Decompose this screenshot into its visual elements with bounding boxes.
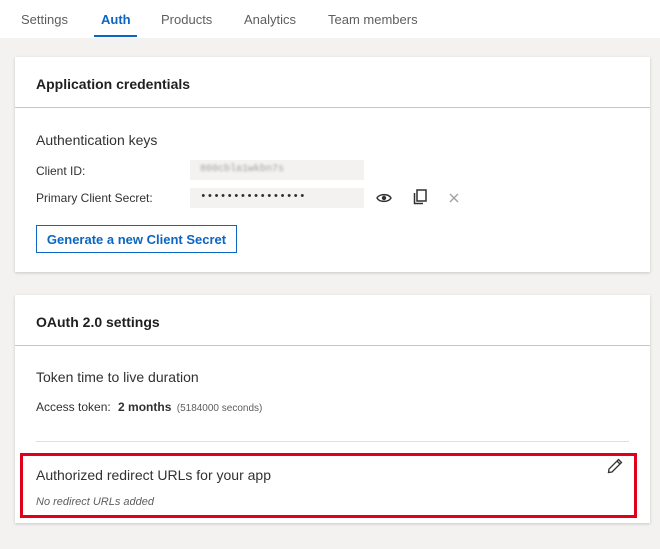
access-token-value: 2 months (118, 400, 172, 414)
divider (36, 441, 629, 442)
access-token-row: Access token: 2 months (5184000 seconds) (36, 400, 262, 414)
client-secret-label: Primary Client Secret: (36, 191, 153, 205)
client-id-label: Client ID: (36, 164, 86, 178)
pencil-icon[interactable] (606, 457, 624, 475)
access-token-seconds: (5184000 seconds) (176, 403, 263, 414)
eye-icon[interactable] (375, 189, 393, 207)
client-secret-value: •••••••••••••••• (200, 191, 306, 203)
client-id-value: 860cbla1wkbn7s (200, 164, 285, 175)
generate-secret-button[interactable]: Generate a new Client Secret (36, 225, 237, 253)
card-title: OAuth 2.0 settings (36, 314, 160, 330)
copy-icon[interactable] (411, 188, 429, 206)
application-credentials-card: Application credentials Authentication k… (15, 57, 650, 272)
close-icon[interactable] (445, 189, 463, 207)
divider (15, 107, 650, 108)
client-id-field[interactable]: 860cbla1wkbn7s (190, 160, 364, 180)
active-tab-indicator (94, 35, 137, 37)
redirect-urls-heading: Authorized redirect URLs for your app (36, 467, 271, 483)
access-token-label: Access token: (36, 400, 111, 414)
tab-settings[interactable]: Settings (21, 12, 68, 27)
token-ttl-heading: Token time to live duration (36, 369, 199, 385)
tab-analytics[interactable]: Analytics (244, 12, 296, 27)
tab-bar: Settings Auth Products Analytics Team me… (0, 0, 660, 38)
divider (15, 345, 650, 346)
authentication-keys-heading: Authentication keys (36, 132, 158, 148)
redirect-urls-empty-state: No redirect URLs added (36, 496, 155, 508)
card-title: Application credentials (36, 76, 191, 92)
tab-products[interactable]: Products (161, 12, 212, 27)
tab-auth[interactable]: Auth (101, 12, 131, 27)
client-secret-field[interactable]: •••••••••••••••• (190, 188, 364, 208)
tab-team-members[interactable]: Team members (328, 12, 418, 27)
oauth-settings-card: OAuth 2.0 settings Token time to live du… (15, 295, 650, 523)
